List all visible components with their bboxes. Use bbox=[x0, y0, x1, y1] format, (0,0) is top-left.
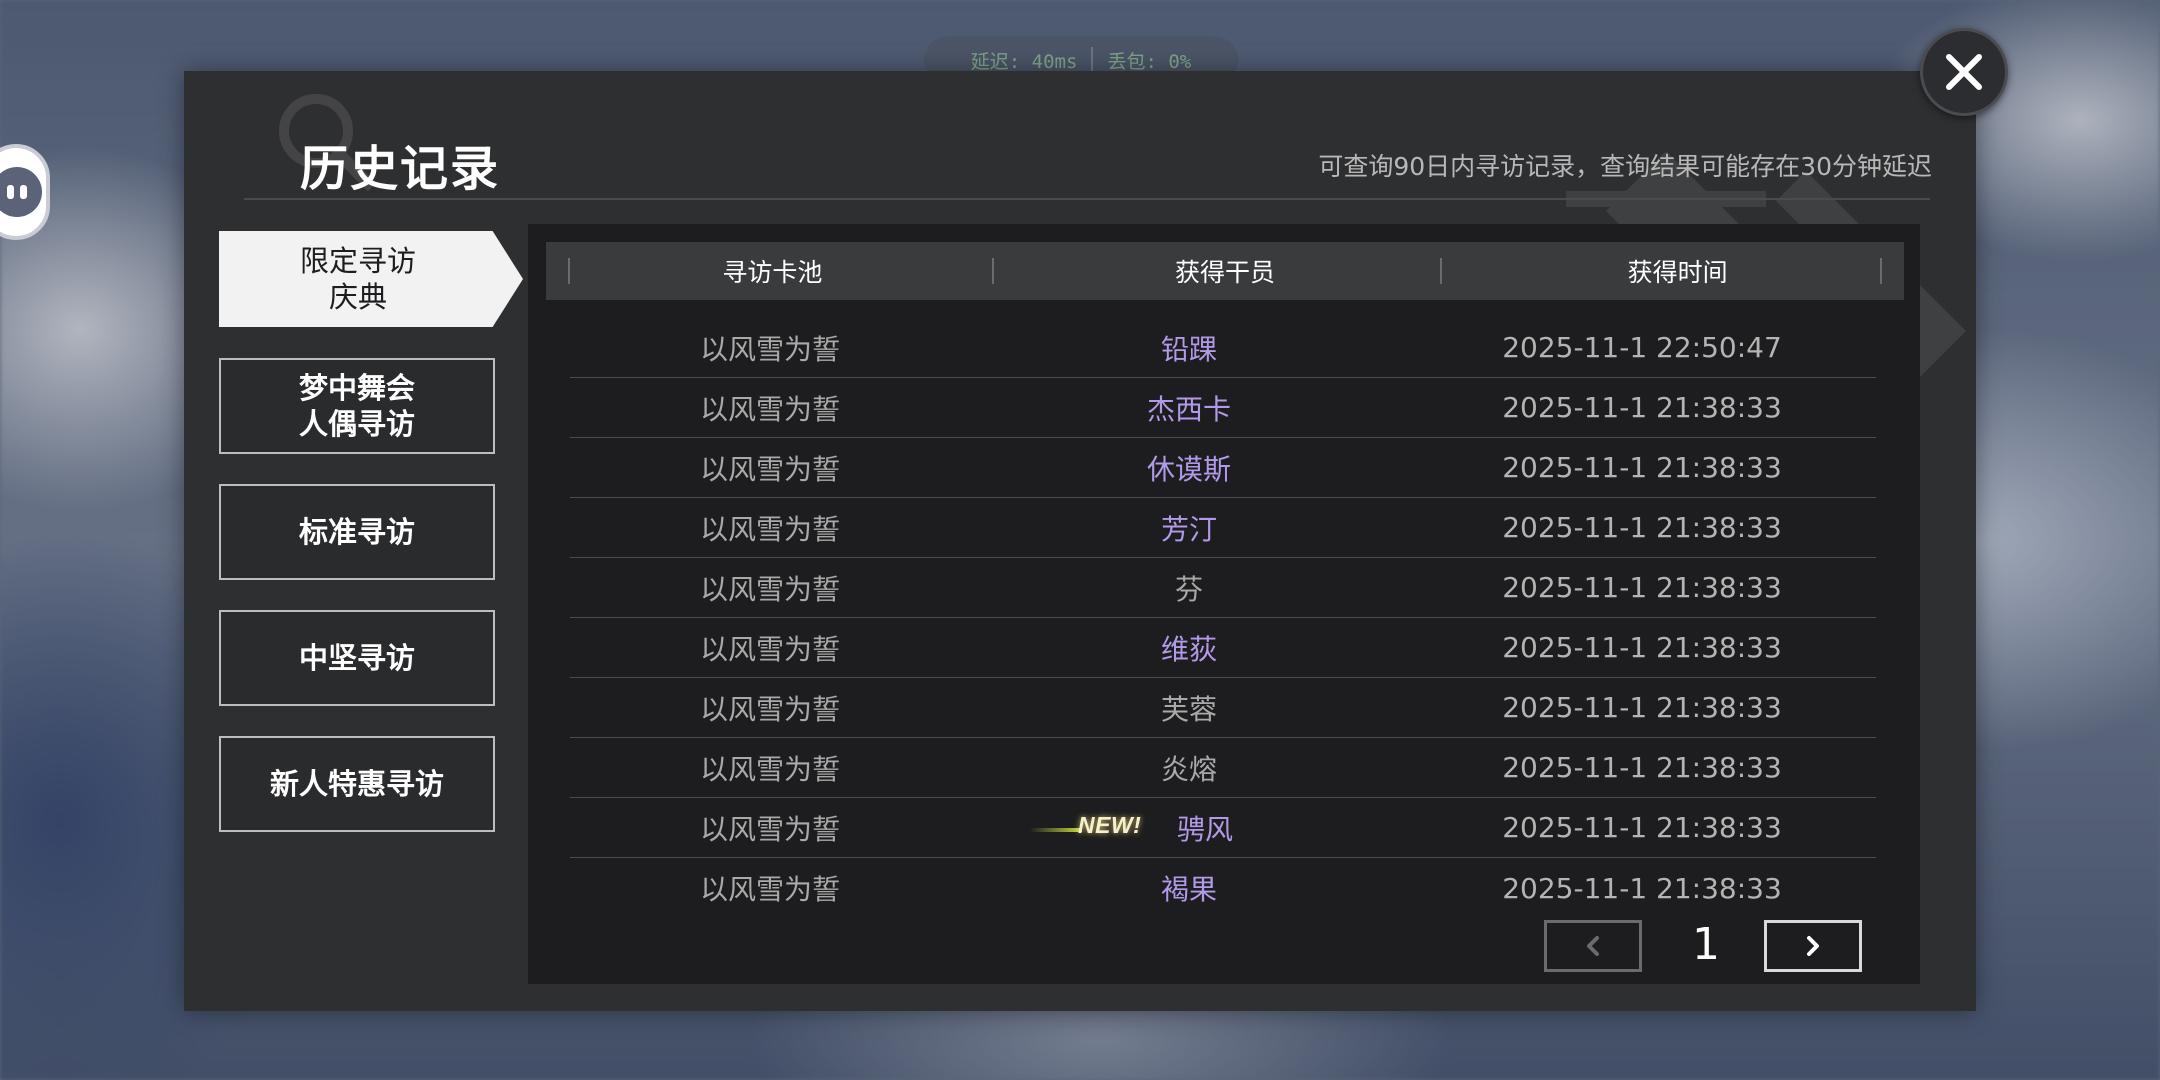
tab-standard[interactable]: 标准寻访 bbox=[219, 484, 495, 580]
table-header: 寻访卡池 获得干员 获得时间 bbox=[546, 242, 1904, 300]
time-cell: 2025-11-1 21:38:33 bbox=[1502, 691, 1782, 724]
pool-cell: 以风雪为誓 bbox=[699, 873, 840, 906]
time-cell: 2025-11-1 21:38:33 bbox=[1502, 571, 1782, 604]
tab-label-line1: 梦中舞会 bbox=[298, 371, 415, 405]
new-badge: NEW! bbox=[1078, 812, 1142, 838]
latency-text: 延迟: 40ms bbox=[970, 50, 1078, 73]
operator-cell: 休谟斯 bbox=[1146, 452, 1231, 486]
tab-limited-celebration[interactable]: 限定寻访 庆典 bbox=[219, 231, 523, 327]
history-table: 寻访卡池 获得干员 获得时间 以风雪为誓 铅踝 2025-11-1 22:50:… bbox=[528, 224, 1920, 984]
operator-cell: 芳汀 bbox=[1160, 512, 1217, 546]
next-page-button[interactable] bbox=[1764, 920, 1862, 972]
status-divider bbox=[1091, 47, 1094, 73]
pool-cell: 以风雪为誓 bbox=[699, 692, 840, 726]
operator-cell: 铅踝 bbox=[1160, 332, 1217, 366]
close-button[interactable] bbox=[1920, 28, 2008, 116]
pool-cell: 以风雪为誓 bbox=[699, 332, 840, 366]
time-cell: 2025-11-1 21:38:33 bbox=[1502, 811, 1782, 844]
tab-label-line2: 庆典 bbox=[328, 280, 387, 314]
pool-cell: 以风雪为誓 bbox=[699, 392, 840, 426]
pool-cell: 以风雪为誓 bbox=[699, 812, 840, 846]
tab-label-line2: 人偶寻访 bbox=[298, 407, 415, 441]
table-row: 以风雪为誓 休谟斯 2025-11-1 21:38:33 bbox=[570, 438, 1876, 498]
table-row: 以风雪为誓 褐果 2025-11-1 21:38:33 bbox=[570, 858, 1876, 918]
time-cell: 2025-11-1 21:38:33 bbox=[1502, 751, 1782, 784]
tab-core[interactable]: 中坚寻访 bbox=[219, 610, 495, 706]
packet-loss-text: 丢包: 0% bbox=[1107, 50, 1192, 73]
time-cell: 2025-11-1 21:38:33 bbox=[1502, 391, 1782, 424]
tab-label: 标准寻访 bbox=[298, 515, 415, 549]
tab-label-line1: 限定寻访 bbox=[299, 244, 416, 278]
page-title: 历史记录 bbox=[300, 141, 501, 197]
title-divider bbox=[244, 198, 1930, 200]
operator-cell: 炎熔 bbox=[1160, 752, 1217, 786]
time-cell: 2025-11-1 21:38:33 bbox=[1502, 871, 1782, 905]
table-row: 以风雪为誓 NEW! 骋风 2025-11-1 21:38:33 bbox=[570, 798, 1876, 858]
table-row: 以风雪为誓 芬 2025-11-1 21:38:33 bbox=[570, 558, 1876, 618]
tab-newcomer[interactable]: 新人特惠寻访 bbox=[219, 736, 495, 832]
new-badge-streak bbox=[1030, 828, 1082, 832]
header-operator: 获得干员 bbox=[1175, 258, 1276, 287]
current-page-number: 1 bbox=[1692, 918, 1720, 970]
tab-label: 中坚寻访 bbox=[298, 641, 415, 675]
close-icon bbox=[1946, 54, 1982, 90]
pool-cell: 以风雪为誓 bbox=[699, 572, 840, 606]
tab-dream-ball[interactable]: 梦中舞会 人偶寻访 bbox=[219, 358, 495, 454]
table-row: 以风雪为誓 铅踝 2025-11-1 22:50:47 bbox=[570, 318, 1876, 378]
table-row: 以风雪为誓 杰西卡 2025-11-1 21:38:33 bbox=[570, 378, 1876, 438]
header-time: 获得时间 bbox=[1627, 258, 1728, 287]
operator-cell: 芬 bbox=[1174, 572, 1203, 606]
operator-cell: 杰西卡 bbox=[1146, 392, 1231, 426]
time-cell: 2025-11-1 21:38:33 bbox=[1502, 631, 1782, 664]
floating-assistant-button[interactable] bbox=[0, 144, 50, 240]
operator-cell: 芙蓉 bbox=[1160, 692, 1217, 726]
table-row: 以风雪为誓 炎熔 2025-11-1 21:38:33 bbox=[570, 738, 1876, 798]
tab-label: 新人特惠寻访 bbox=[269, 767, 444, 801]
query-notice: 可查询90日内寻访记录，查询结果可能存在30分钟延迟 bbox=[1318, 152, 1932, 181]
operator-cell-wrapper: NEW! 骋风 bbox=[970, 798, 1408, 857]
operator-cell: 维荻 bbox=[1160, 632, 1217, 666]
chevron-left-icon bbox=[1587, 936, 1599, 956]
time-cell: 2025-11-1 22:50:47 bbox=[1502, 331, 1782, 364]
prev-page-button[interactable] bbox=[1544, 920, 1642, 972]
chevron-right-icon bbox=[1807, 936, 1819, 956]
operator-cell: 褐果 bbox=[1160, 873, 1217, 906]
pool-cell: 以风雪为誓 bbox=[699, 632, 840, 666]
table-row: 以风雪为誓 芳汀 2025-11-1 21:38:33 bbox=[570, 498, 1876, 558]
pool-cell: 以风雪为誓 bbox=[699, 752, 840, 786]
table-row: 以风雪为誓 维荻 2025-11-1 21:38:33 bbox=[570, 618, 1876, 678]
pool-cell: 以风雪为誓 bbox=[699, 452, 840, 486]
pool-cell: 以风雪为誓 bbox=[699, 512, 840, 546]
assistant-face-icon bbox=[0, 167, 42, 217]
time-cell: 2025-11-1 21:38:33 bbox=[1502, 451, 1782, 484]
operator-cell: 骋风 bbox=[1176, 812, 1233, 846]
time-cell: 2025-11-1 21:38:33 bbox=[1502, 511, 1782, 544]
header-pool: 寻访卡池 bbox=[722, 258, 823, 287]
table-row: 以风雪为誓 芙蓉 2025-11-1 21:38:33 bbox=[570, 678, 1876, 738]
